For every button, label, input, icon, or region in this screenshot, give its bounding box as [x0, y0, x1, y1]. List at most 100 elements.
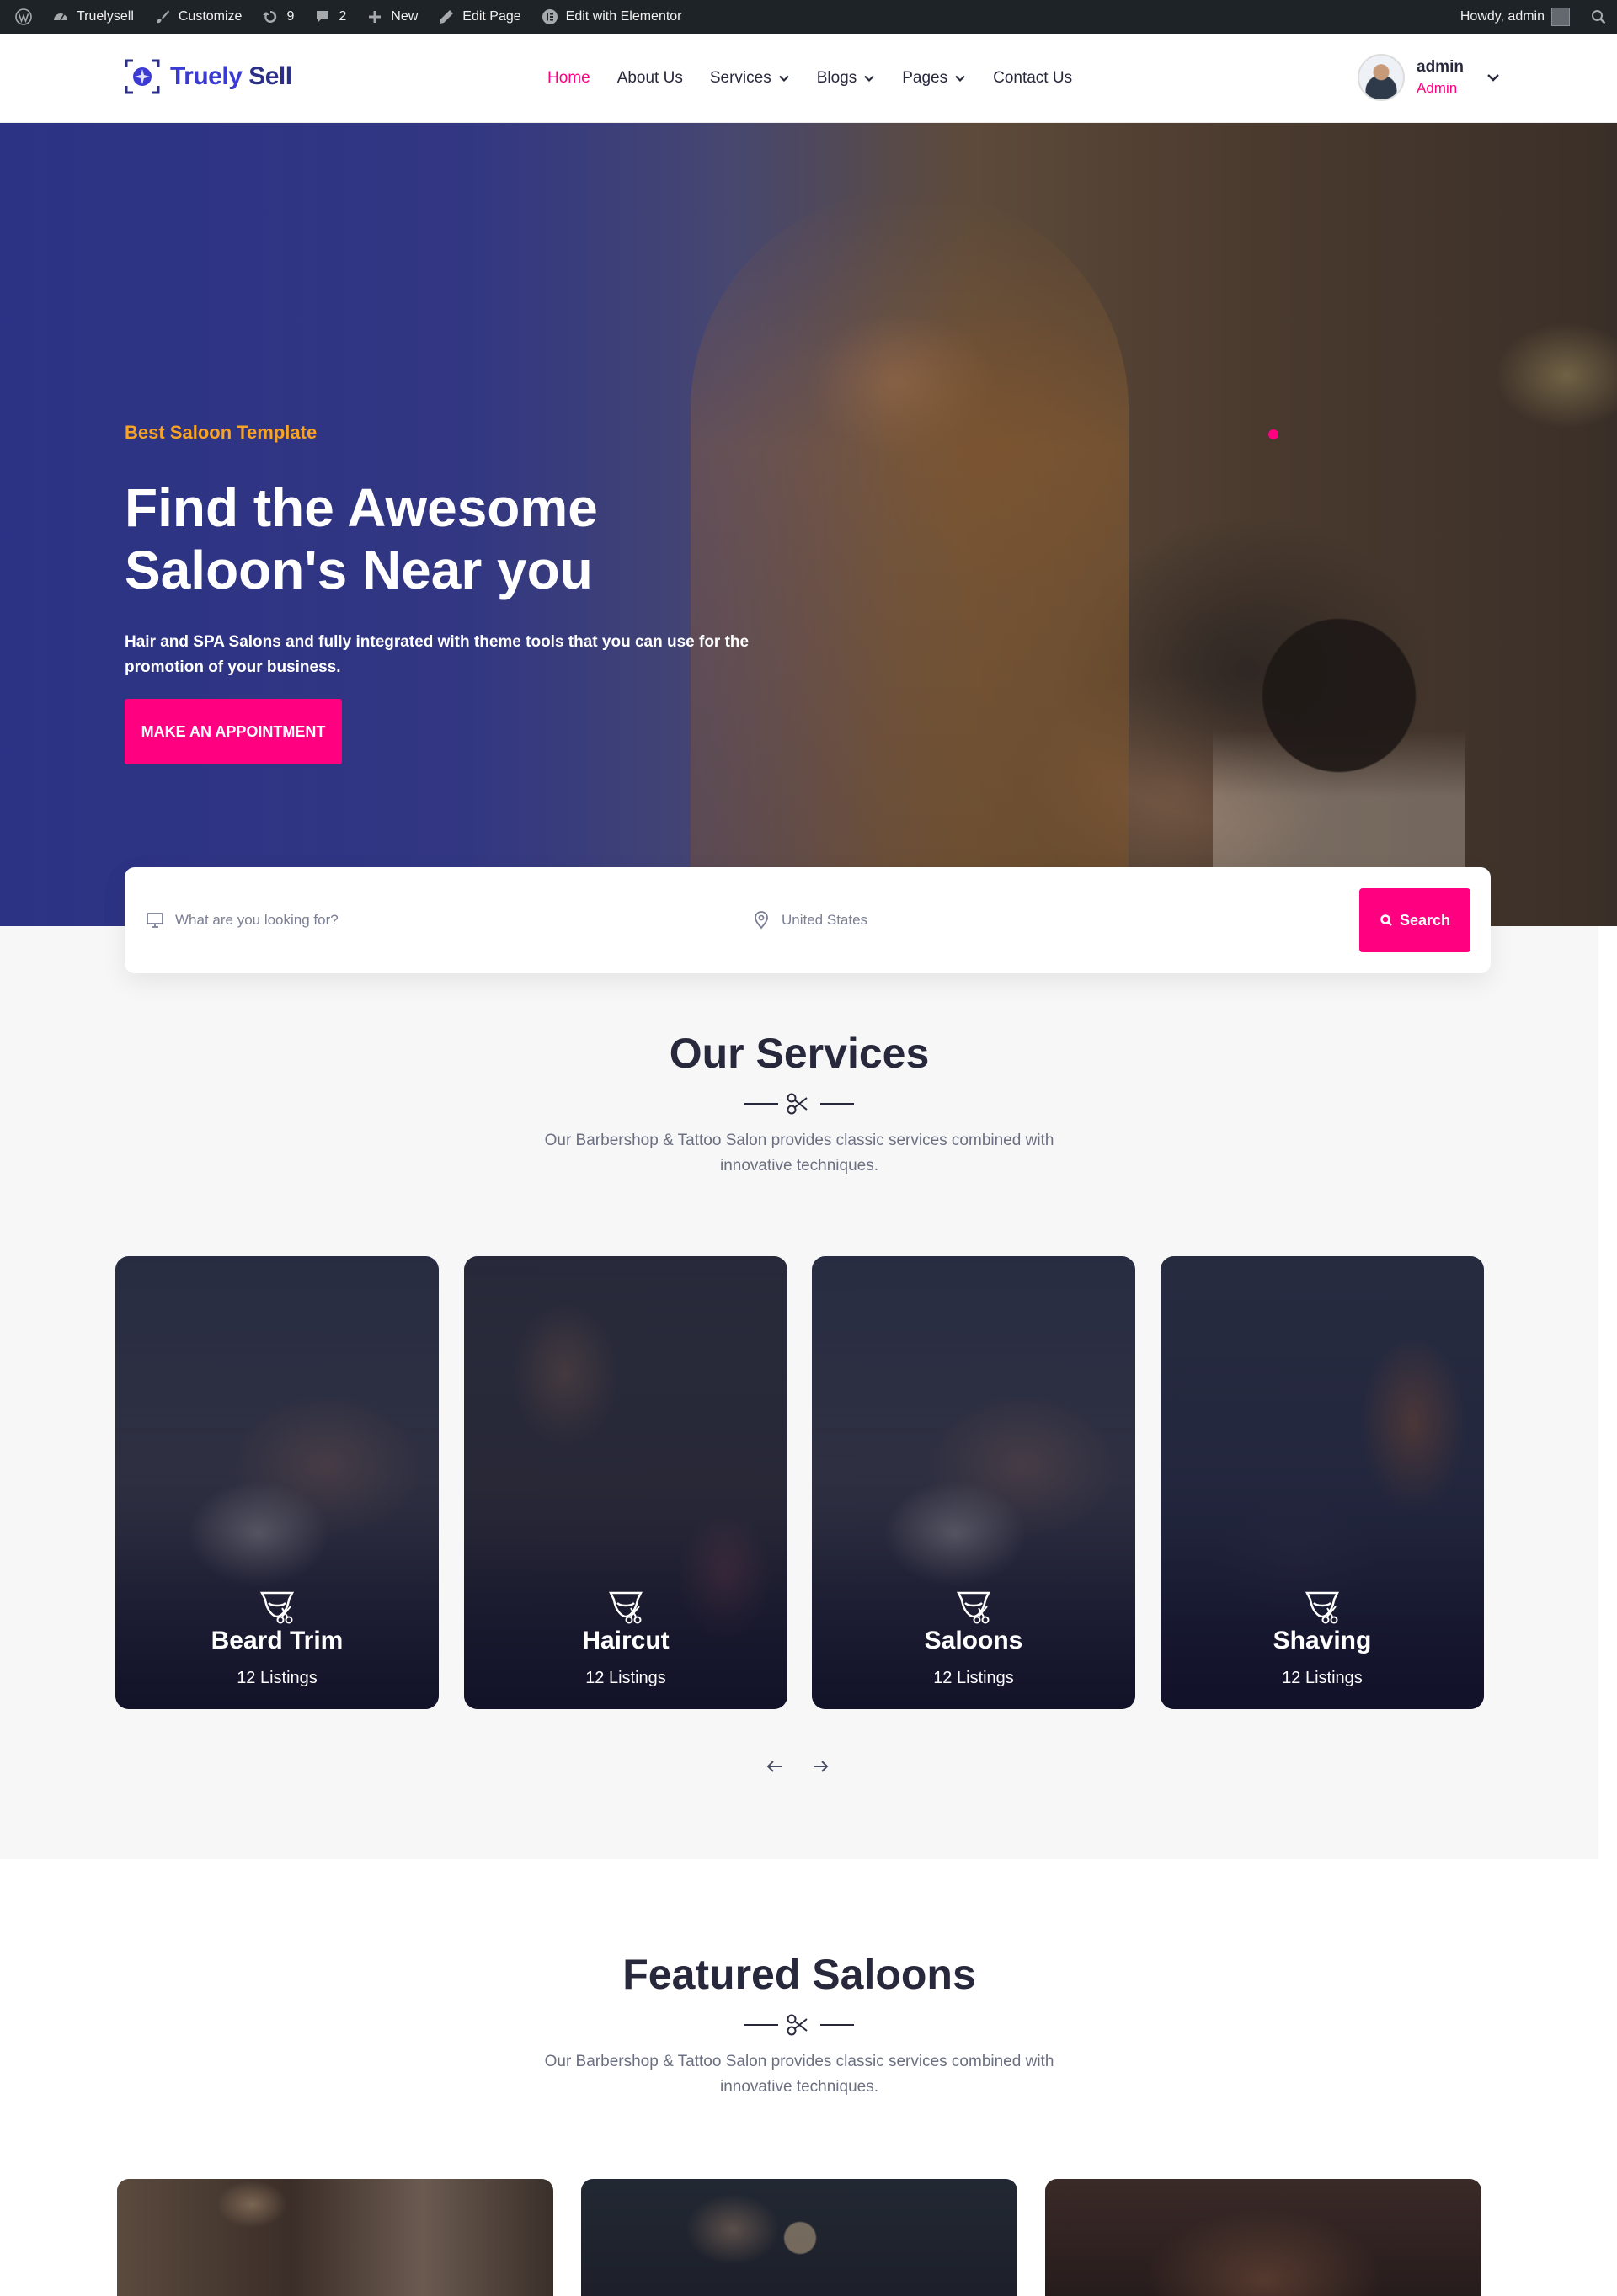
nav-contact[interactable]: Contact Us	[993, 69, 1072, 88]
hero-tagline: Best Saloon Template	[125, 422, 318, 443]
services-title: Our Services	[669, 1030, 930, 1077]
nav-home-label: Home	[547, 69, 590, 87]
services-carousel: Beard Trim 12 Listings Haircut 12 Listin…	[115, 1256, 1485, 1709]
plus-icon	[369, 11, 382, 23]
logo-word-2: Sell	[248, 62, 292, 90]
customize-link[interactable]: Customize	[144, 0, 253, 34]
scissors-divider-icon	[744, 2014, 854, 2036]
edit-elementor-link[interactable]: Edit with Elementor	[531, 0, 692, 34]
admin-bar-avatar	[1551, 8, 1570, 26]
user-menu[interactable]: admin Admin	[1358, 54, 1501, 101]
featured-saloons-list	[0, 2179, 1617, 2296]
barber-icon	[1305, 1591, 1340, 1624]
search-button[interactable]: Search	[1359, 888, 1470, 952]
nav-services-label: Services	[709, 69, 771, 87]
featured-title: Featured Saloons	[622, 1951, 976, 1998]
user-role: Admin	[1417, 80, 1458, 96]
search-icon	[1592, 10, 1606, 24]
dashboard-icon	[54, 13, 67, 21]
site-name-label: Truelysell	[77, 9, 134, 24]
keyword-search-field[interactable]: What are you looking for?	[145, 867, 339, 973]
updates-link[interactable]: 9	[252, 0, 304, 34]
monitor-icon	[147, 913, 163, 928]
search-bar: What are you looking for? United States …	[125, 867, 1491, 973]
edit-page-link[interactable]: Edit Page	[428, 0, 531, 34]
service-card-count: 12 Listings	[585, 1669, 666, 1687]
nav-pages[interactable]: Pages	[902, 69, 966, 88]
site-header: Truely Sell Home About Us Services Blogs…	[0, 34, 1617, 123]
arrow-left-icon[interactable]	[765, 1756, 785, 1777]
comments-count: 2	[339, 9, 347, 24]
search-icon	[1380, 914, 1392, 926]
hero-title: Find the Awesome Saloon's Near you	[125, 477, 598, 600]
nav-contact-label: Contact Us	[993, 69, 1073, 87]
user-name: admin	[1417, 58, 1464, 76]
admin-bar-right: Howdy, admin	[1450, 0, 1617, 34]
howdy-label: Howdy, admin	[1460, 9, 1545, 24]
my-account-menu[interactable]: Howdy, admin	[1450, 8, 1580, 26]
service-card-title: Saloons	[924, 1627, 1023, 1654]
hero-banner: Best Saloon Template Find the Awesome Sa…	[0, 123, 1617, 926]
pencil-icon	[440, 10, 454, 24]
map-pin-icon	[755, 911, 768, 930]
scissors-divider-icon	[744, 1093, 854, 1115]
comments-link[interactable]: 2	[304, 0, 356, 34]
chevron-down-icon	[955, 75, 965, 83]
barber-icon	[608, 1591, 643, 1624]
service-card-count: 12 Listings	[933, 1669, 1014, 1687]
customize-label: Customize	[178, 9, 243, 24]
wordpress-icon	[15, 8, 32, 25]
new-content-link[interactable]: New	[356, 0, 428, 34]
barber-icon	[259, 1591, 295, 1624]
service-card-haircut[interactable]: Haircut 12 Listings	[464, 1256, 787, 1709]
site-name-link[interactable]: Truelysell	[42, 0, 144, 34]
featured-saloon-card[interactable]	[1045, 2179, 1481, 2296]
wordpress-logo-menu[interactable]	[5, 0, 42, 34]
paintbrush-icon	[156, 10, 169, 24]
nav-pages-label: Pages	[902, 69, 948, 87]
service-card-beard-trim[interactable]: Beard Trim 12 Listings	[115, 1256, 439, 1709]
nav-about[interactable]: About Us	[617, 69, 683, 88]
service-card-title: Haircut	[582, 1627, 670, 1654]
services-subtitle: Our Barbershop & Tattoo Salon provides c…	[544, 1132, 1054, 1175]
service-card-count: 12 Listings	[1282, 1669, 1363, 1687]
admin-bar-left: Truelysell Customize 9 2 New Edit Page E…	[0, 0, 692, 34]
edit-page-label: Edit Page	[462, 9, 521, 24]
location-field[interactable]: United States	[751, 867, 867, 973]
updates-count: 9	[286, 9, 295, 24]
service-card-saloons[interactable]: Saloons 12 Listings	[812, 1256, 1135, 1709]
chevron-down-icon	[864, 75, 875, 83]
nav-about-label: About Us	[616, 69, 683, 87]
nav-blogs-label: Blogs	[816, 69, 857, 87]
user-info: admin Admin	[1417, 58, 1464, 97]
chevron-down-icon	[1487, 74, 1499, 82]
featured-subtitle: Our Barbershop & Tattoo Salon provides c…	[544, 2053, 1054, 2096]
main-nav: Home About Us Services Blogs Pages Conta…	[547, 34, 1072, 123]
new-label: New	[391, 9, 419, 24]
comment-icon	[317, 11, 329, 23]
keyword-search-input[interactable]: What are you looking for?	[175, 912, 339, 929]
featured-saloon-card[interactable]	[581, 2179, 1017, 2296]
nav-blogs[interactable]: Blogs	[817, 69, 876, 88]
search-button-label: Search	[1399, 911, 1451, 929]
admin-bar-search[interactable]	[1580, 8, 1617, 25]
nav-home[interactable]: Home	[547, 69, 590, 88]
hero-description: Hair and SPA Salons and fully integrated…	[125, 633, 750, 676]
logo-word-1: Truely	[170, 62, 243, 90]
user-avatar	[1358, 54, 1405, 101]
featured-saloon-card[interactable]	[117, 2179, 553, 2296]
elementor-icon	[542, 9, 558, 24]
service-card-shaving[interactable]: Shaving 12 Listings	[1161, 1256, 1484, 1709]
arrow-right-icon[interactable]	[810, 1756, 830, 1777]
service-card-title: Shaving	[1273, 1627, 1372, 1654]
edit-elementor-label: Edit with Elementor	[565, 9, 682, 24]
updates-icon	[263, 10, 277, 23]
site-logo[interactable]: Truely Sell	[125, 59, 292, 94]
location-input[interactable]: United States	[782, 912, 867, 929]
logo-text: Truely Sell	[170, 62, 292, 91]
nav-services[interactable]: Services	[710, 69, 790, 88]
make-appointment-button[interactable]: MAKE AN APPOINTMENT	[125, 699, 342, 764]
barber-icon	[956, 1591, 991, 1624]
chevron-down-icon	[778, 75, 789, 83]
service-card-title: Beard Trim	[211, 1627, 344, 1654]
